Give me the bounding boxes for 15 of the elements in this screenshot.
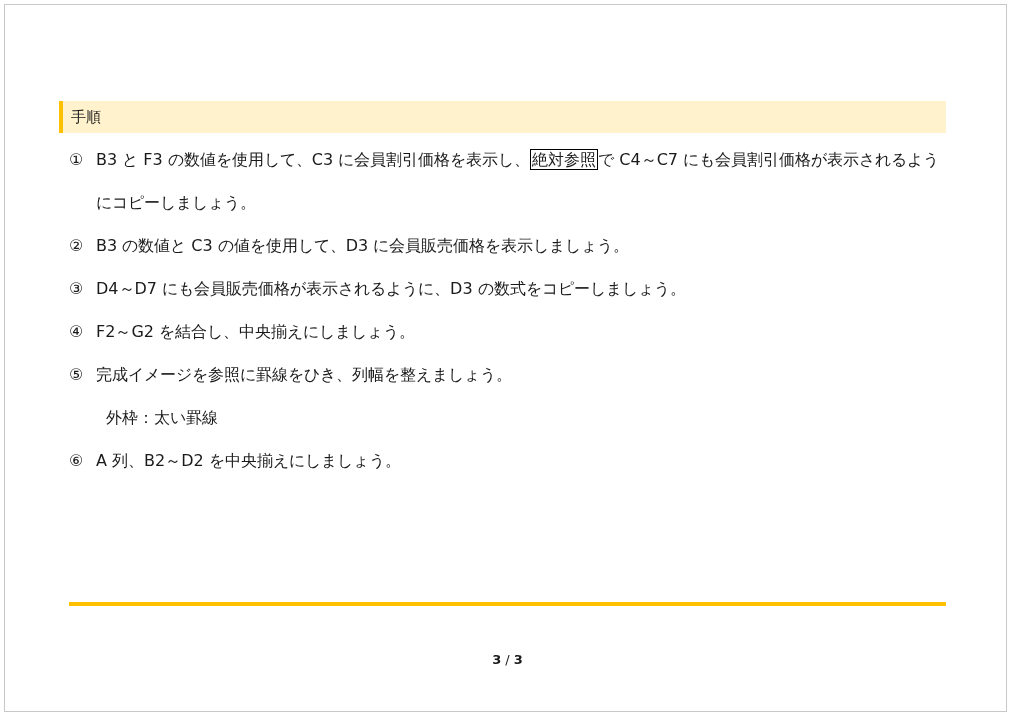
step-text: B3 の数値と C3 の値を使用して、D3 に会員販売価格を表示しましょう。 — [96, 235, 631, 257]
step-number: ③ — [69, 278, 85, 300]
step-text: F2～G2 を結合し、中央揃えにしましょう。 — [96, 321, 417, 343]
step-text: A 列、B2～D2 を中央揃えにしましょう。 — [96, 450, 402, 472]
page-number: 3 / 3 — [492, 652, 523, 667]
step-text: B3 と F3 の数値を使用して、C3 に会員割引価格を表示し、絶対参照 で C4～C7 にも会員割引価格が表示されるようにコピーしましょう。 — [96, 148, 941, 214]
step-note: 外枠：太い罫線 — [106, 408, 218, 427]
step-number: ① — [69, 149, 85, 171]
step-number: ④ — [69, 321, 85, 343]
step-number: ⑥ — [69, 450, 85, 472]
step-number: ② — [69, 235, 85, 257]
heading-text: 手順 — [71, 107, 101, 127]
step-text: 完成イメージを参照に罫線をひき、列幅を整えましょう。 — [96, 364, 513, 386]
step-text: D4～D7 にも会員販売価格が表示されるように、D3 の数式をコピーしましょう。 — [96, 278, 687, 300]
step-number: ⑤ — [69, 364, 85, 386]
